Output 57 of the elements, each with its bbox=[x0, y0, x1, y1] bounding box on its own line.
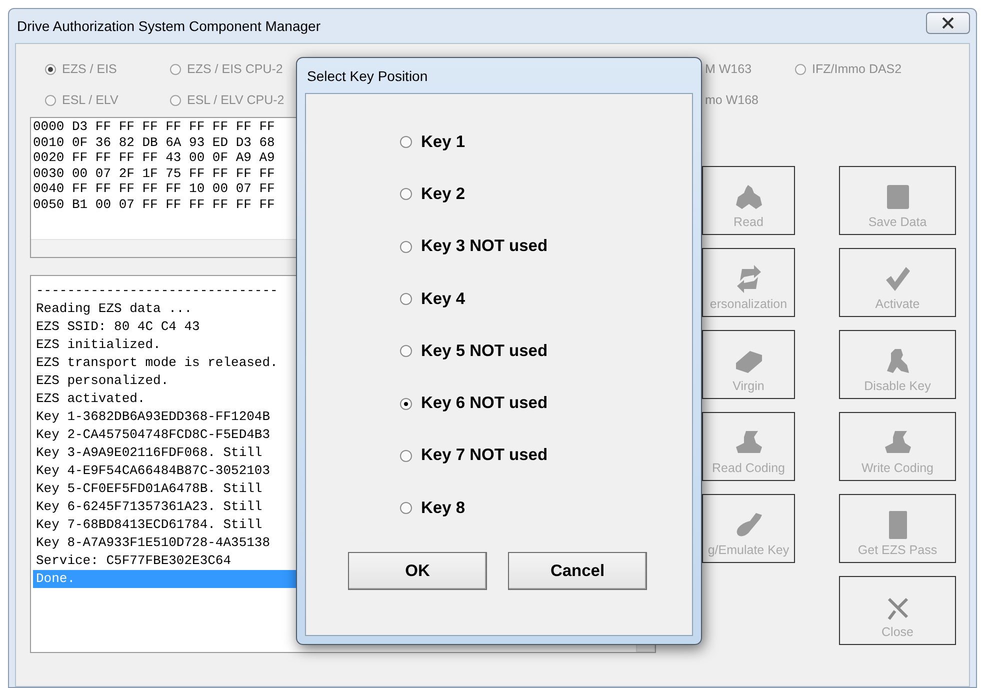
radio-button[interactable] bbox=[400, 502, 412, 514]
module-label: EZS / EIS bbox=[62, 62, 117, 76]
radio-button[interactable] bbox=[400, 398, 412, 410]
dialog-title: Select Key Position bbox=[306, 66, 429, 86]
key-option-label[interactable]: Key 6 NOT used bbox=[421, 394, 548, 414]
log-line: Key 3-A9A9E02116FDF068. Still bbox=[35, 444, 262, 462]
hex-line: 0030 00 07 2F 1F 75 FF FF FF FF bbox=[33, 166, 275, 181]
log-line: EZS transport mode is released. bbox=[35, 354, 278, 372]
key-option-label[interactable]: Key 1 bbox=[421, 132, 466, 152]
log-line: Reading EZS data ... bbox=[35, 300, 192, 318]
log-line: EZS personalized. bbox=[35, 372, 169, 390]
hex-line: 0000 D3 FF FF FF FF FF FF FF FF bbox=[33, 119, 275, 134]
log-line: Key 6-6245F71357361A23. Still bbox=[35, 498, 262, 516]
hex-line: 0010 0F 36 82 DB 6A 93 ED D3 68 bbox=[33, 134, 275, 150]
radio-button[interactable] bbox=[400, 136, 412, 148]
key-option-label[interactable]: Key 5 NOT used bbox=[421, 342, 548, 361]
radio-button[interactable] bbox=[170, 64, 181, 74]
module-label: ESL / ELV CPU-2 bbox=[187, 93, 284, 107]
radio-button[interactable] bbox=[400, 293, 412, 306]
hex-line: 0050 B1 00 07 FF FF FF FF FF FF bbox=[33, 196, 275, 212]
radio-button[interactable] bbox=[400, 188, 412, 200]
log-line: ------------------------------- bbox=[35, 282, 278, 300]
close-icon bbox=[942, 17, 954, 29]
cancel-button[interactable]: Cancel bbox=[508, 552, 647, 590]
log-line: Key 5-CF0EF5FD01A6478B. Still bbox=[35, 480, 262, 498]
close-button[interactable] bbox=[926, 12, 970, 34]
module-label: M W163 bbox=[705, 62, 752, 76]
key-option-label[interactable]: Key 7 NOT used bbox=[421, 446, 548, 466]
key-option-label[interactable]: Key 3 NOT used bbox=[421, 237, 548, 256]
log-line: EZS initialized. bbox=[35, 336, 161, 354]
hex-line: 0020 FF FF FF FF 43 00 0F A9 A9 bbox=[33, 150, 275, 166]
ok-button[interactable]: OK bbox=[348, 552, 487, 590]
window-title: Drive Authorization System Component Manager bbox=[16, 18, 320, 34]
log-line: EZS activated. bbox=[35, 390, 146, 408]
key-option-label[interactable]: Key 8 bbox=[421, 498, 466, 518]
radio-button[interactable] bbox=[400, 345, 412, 358]
log-line: Key 4-E9F54CA66484B87C-3052103 bbox=[35, 462, 270, 480]
hex-line: 0040 FF FF FF FF FF 10 00 07 FF bbox=[33, 181, 275, 196]
radio-button[interactable] bbox=[45, 64, 56, 74]
log-line: Key 8-A7A933F1E510D728-4A35138 bbox=[35, 534, 270, 552]
radio-button[interactable] bbox=[170, 94, 181, 106]
log-line: Service: C5F77FBE302E3C64 bbox=[35, 552, 232, 570]
figure-icon bbox=[734, 183, 764, 211]
module-label: ESL / ELV bbox=[62, 93, 118, 107]
radio-button[interactable] bbox=[400, 240, 412, 253]
key-option-label[interactable]: Key 4 bbox=[421, 290, 466, 309]
module-label: mo W168 bbox=[705, 93, 758, 107]
log-line: Key 7-68BD8413ECD61784. Still bbox=[35, 516, 262, 534]
radio-button[interactable] bbox=[400, 450, 412, 462]
module-label: IFZ/Immo DAS2 bbox=[812, 62, 902, 76]
radio-button[interactable] bbox=[45, 94, 56, 106]
radio-button[interactable] bbox=[795, 64, 806, 74]
key-option-label[interactable]: Key 2 bbox=[421, 184, 466, 204]
module-label: EZS / EIS CPU-2 bbox=[187, 62, 283, 76]
log-line: Key 2-CA457504748FCD8C-F5ED4B3 bbox=[35, 426, 270, 444]
log-line: Key 1-3682DB6A93EDD368-FF1204B bbox=[35, 408, 270, 426]
log-line: EZS SSID: 80 4C C4 43 bbox=[35, 318, 200, 336]
